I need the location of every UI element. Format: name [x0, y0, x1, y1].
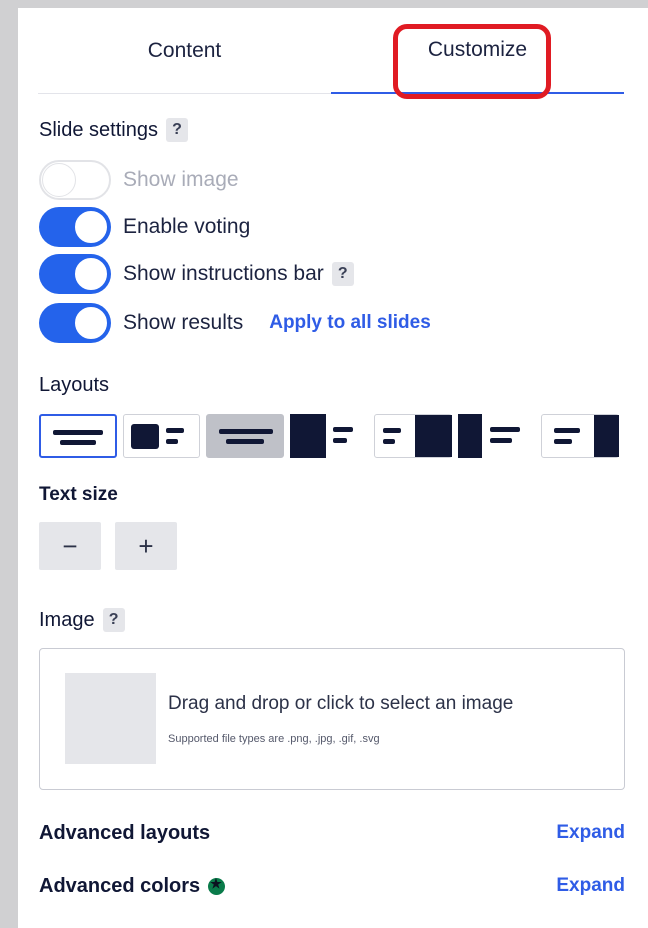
- text-size-title: Text size: [39, 484, 118, 505]
- layouts-heading: Layouts: [39, 374, 109, 397]
- layout-line-icon: [333, 438, 348, 443]
- toggle-knob: [73, 256, 109, 292]
- toggle-label: Enable voting: [123, 215, 251, 238]
- help-icon[interactable]: ?: [165, 118, 188, 142]
- layout-image-right-small-option[interactable]: [373, 414, 452, 458]
- tab-bar: Content Customize: [38, 8, 624, 94]
- layout-image-icon: [414, 415, 452, 457]
- advanced-layouts-expand-button[interactable]: Expand: [556, 822, 625, 844]
- layout-image-background-option[interactable]: [206, 414, 285, 458]
- show-image-toggle[interactable]: [39, 160, 111, 200]
- slide-settings-title: Slide settings: [39, 118, 158, 141]
- layout-line-icon: [489, 438, 512, 443]
- layout-line-icon: [165, 439, 178, 444]
- layout-image-icon: [130, 424, 159, 449]
- layouts-title: Layouts: [39, 374, 110, 396]
- advanced-layouts-title: Advanced layouts: [39, 821, 211, 844]
- help-icon[interactable]: ?: [102, 608, 125, 632]
- toggle-knob: [73, 305, 109, 341]
- advanced-colors-title: Advanced colors: [39, 874, 201, 897]
- layout-line-icon: [53, 430, 103, 435]
- layout-line-icon: [226, 439, 265, 444]
- settings-panel: Content Customize Slide settings ? Show …: [18, 8, 648, 928]
- text-size-heading: Text size: [39, 484, 118, 506]
- layout-image-left-full-option[interactable]: [457, 414, 536, 458]
- layout-options: [39, 414, 620, 460]
- supported-file-types: Supported file types are .png, .jpg, .gi…: [168, 733, 380, 745]
- tab-content[interactable]: Content: [38, 8, 331, 94]
- image-dropzone[interactable]: Drag and drop or click to select an imag…: [39, 648, 625, 790]
- advanced-colors-expand-button[interactable]: Expand: [556, 875, 625, 897]
- layout-line-icon: [60, 440, 96, 445]
- layout-image-right-full-option[interactable]: [541, 414, 620, 458]
- toggle-row-show-image: Show image: [39, 160, 239, 200]
- apply-to-all-slides-link[interactable]: Apply to all slides: [269, 312, 431, 334]
- toggle-label: Show results: [123, 311, 244, 334]
- toggle-label: Show image: [123, 168, 239, 191]
- advanced-colors-row: Advanced colors Expand: [39, 871, 625, 901]
- help-icon[interactable]: ?: [331, 262, 354, 286]
- image-heading: Image ?: [39, 608, 125, 632]
- enable-voting-toggle[interactable]: [39, 207, 111, 247]
- layout-line-icon: [382, 428, 401, 433]
- text-size-decrease-button[interactable]: −: [39, 522, 101, 570]
- premium-star-icon: [208, 876, 226, 895]
- image-placeholder: [65, 673, 156, 764]
- layout-image-icon: [594, 415, 620, 457]
- layout-image-icon: [290, 414, 327, 458]
- layout-line-icon: [219, 429, 274, 434]
- layout-line-icon: [554, 439, 573, 444]
- toggle-row-show-results: Show results Apply to all slides: [39, 303, 431, 343]
- advanced-colors-heading: Advanced colors: [39, 874, 226, 898]
- advanced-layouts-row: Advanced layouts Expand: [39, 818, 625, 848]
- layout-line-icon: [382, 439, 395, 444]
- text-size-increase-button[interactable]: +: [115, 522, 177, 570]
- layout-line-icon: [489, 427, 520, 432]
- layout-image-left-large-option[interactable]: [290, 414, 368, 458]
- toggle-row-enable-voting: Enable voting: [39, 207, 250, 247]
- layout-line-icon: [165, 428, 184, 433]
- layout-image-icon: [457, 414, 482, 458]
- show-instructions-bar-toggle[interactable]: [39, 254, 111, 294]
- slide-settings-heading: Slide settings ?: [39, 118, 188, 142]
- toggle-knob: [73, 209, 109, 245]
- layout-image-left-small-option[interactable]: [122, 414, 201, 458]
- layout-centered-option[interactable]: [39, 414, 117, 458]
- toggle-row-show-instructions: Show instructions bar ?: [39, 254, 354, 294]
- tab-customize[interactable]: Customize: [331, 8, 624, 94]
- dropzone-instructions: Drag and drop or click to select an imag…: [168, 693, 514, 714]
- layout-line-icon: [333, 427, 354, 432]
- image-title: Image: [39, 608, 95, 631]
- show-results-toggle[interactable]: [39, 303, 111, 343]
- toggle-knob: [42, 163, 76, 197]
- toggle-label: Show instructions bar: [123, 262, 324, 285]
- layout-line-icon: [554, 428, 581, 433]
